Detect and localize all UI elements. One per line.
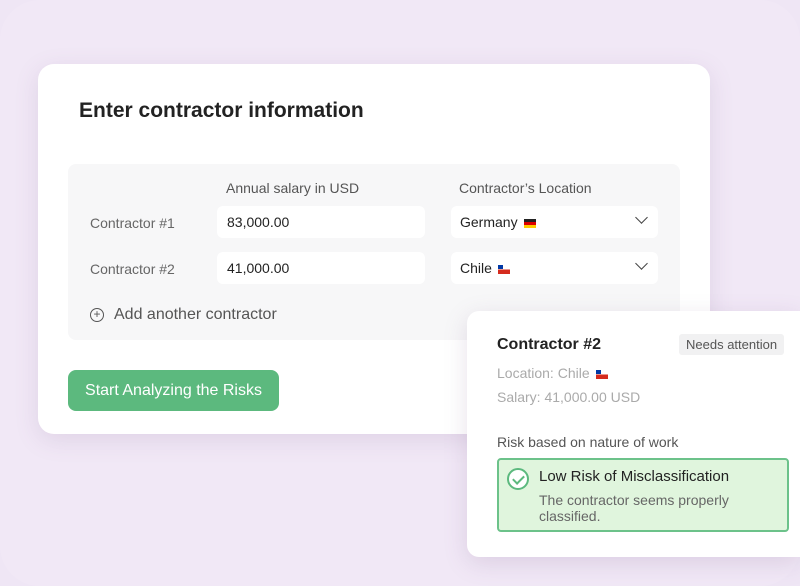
- chevron-down-icon: [635, 257, 648, 270]
- risk-description: The contractor seems properly classified…: [539, 492, 729, 524]
- location-value: Chile: [460, 260, 492, 276]
- chile-flag-icon: [595, 369, 608, 379]
- row-label: Contractor #2: [90, 261, 175, 277]
- chile-flag-icon: [497, 264, 510, 274]
- location-value: Germany: [460, 214, 518, 230]
- salary-input[interactable]: 41,000.00: [217, 252, 425, 284]
- page-title: Enter contractor information: [79, 99, 364, 122]
- start-analyzing-button[interactable]: Start Analyzing the Risks: [68, 370, 279, 411]
- add-label: Add another contractor: [114, 306, 277, 323]
- location-header: Contractor’s Location: [459, 180, 592, 196]
- add-contractor-button[interactable]: + Add another contractor: [90, 306, 277, 324]
- popup-title: Contractor #2: [497, 336, 602, 353]
- chevron-down-icon: [635, 211, 648, 224]
- row-label: Contractor #1: [90, 215, 175, 231]
- risk-title: Low Risk of Misclassification: [539, 468, 730, 485]
- location-text: Location: Chile: [497, 365, 590, 381]
- risk-result: Low Risk of Misclassification The contra…: [497, 458, 789, 532]
- status-badge: Needs attention: [679, 334, 785, 355]
- germany-flag-icon: [523, 218, 536, 228]
- contractor-risk-card: Contractor #2 Needs attention Location: …: [467, 311, 800, 557]
- check-circle-icon: [507, 468, 529, 490]
- location-select[interactable]: Germany: [451, 206, 658, 238]
- location-info: Location: Chile: [497, 365, 608, 381]
- salary-header: Annual salary in USD: [226, 180, 360, 196]
- salary-info: Salary: 41,000.00 USD: [497, 389, 641, 405]
- location-select[interactable]: Chile: [451, 252, 658, 284]
- plus-circle-icon: +: [90, 308, 104, 322]
- risk-label: Risk based on nature of work: [497, 434, 679, 450]
- salary-input[interactable]: 83,000.00: [217, 206, 425, 238]
